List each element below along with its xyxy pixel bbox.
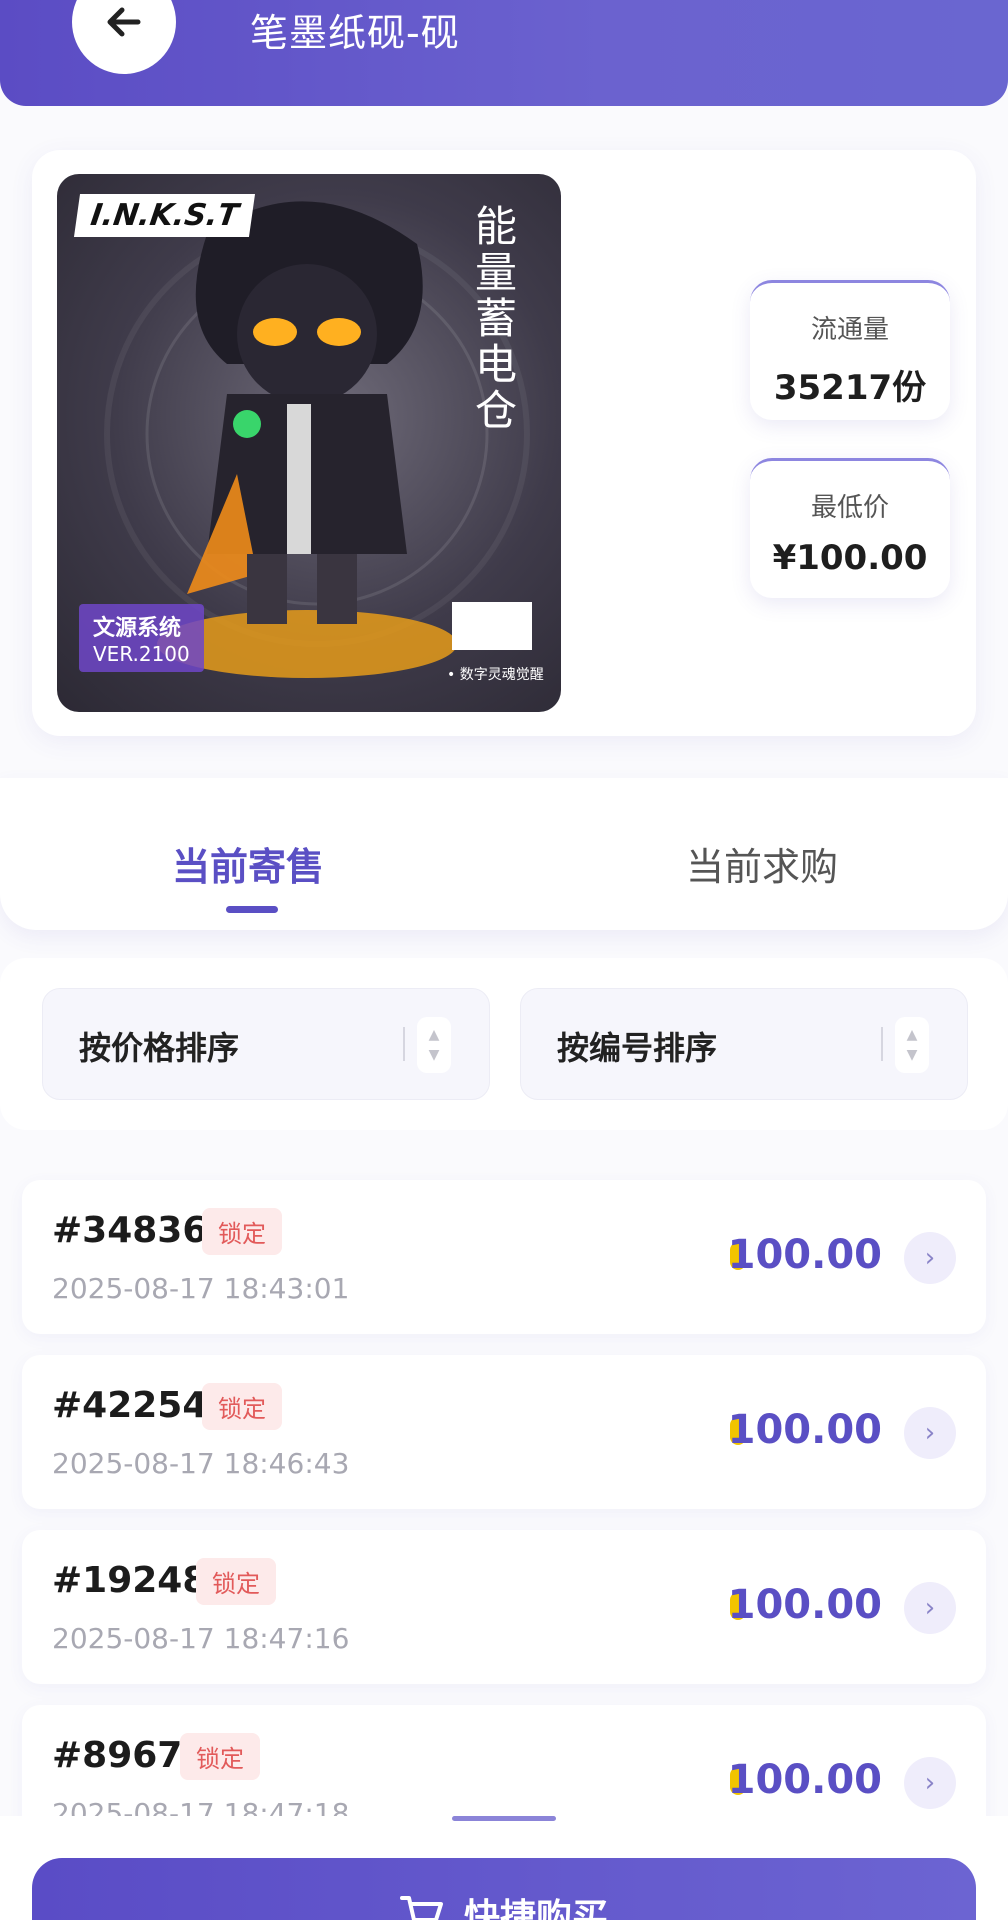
listing-id: #34836 [52,1210,208,1251]
quick-buy-content: 快捷购买 [399,1888,608,1920]
poster-caption: • 数字灵魂觉醒 [447,667,544,683]
lowest-price-stat: 最低价 ¥100.00 [750,458,950,598]
sort-by-number-label: 按编号排序 [557,1029,718,1067]
sort-by-price-button[interactable]: 按价格排序 ▲ ▼ [42,988,490,1100]
poster-sticker [452,602,532,650]
back-button[interactable] [72,0,176,74]
circulation-value: 35217份 [773,368,927,408]
sort-by-number-button[interactable]: 按编号排序 ▲ ▼ [520,988,968,1100]
sort-bar: 按价格排序 ▲ ▼ 按编号排序 ▲ ▼ [0,958,1008,1130]
lock-status-badge: 锁定 [202,1208,282,1255]
listing-price: 100.00 [727,1582,882,1628]
sort-arrows-icon: ▲ ▼ [895,1017,929,1073]
chevron-right-icon[interactable]: › [904,1407,956,1459]
listing-row[interactable]: #34836 锁定 2025-08-17 18:43:01 100.00 › [22,1180,986,1334]
poster-system-version: VER.2100 [93,642,190,666]
tab-purchase-request[interactable]: 当前求购 [686,836,838,891]
chevron-right-icon[interactable]: › [904,1232,956,1284]
product-image[interactable]: I.N.K.S.T 能量蓄电仓 文源系统 VER.2100 • 数字灵魂觉醒 [57,174,561,712]
lowest-price-label: 最低价 [810,493,889,523]
quick-buy-label: 快捷购买 [463,1897,608,1920]
listing-row[interactable]: #19248 锁定 2025-08-17 18:47:16 100.00 › [22,1530,986,1684]
listing-row[interactable]: #42254 锁定 2025-08-17 18:46:43 100.00 › [22,1355,986,1509]
poster-system-name: 文源系统 [93,616,182,641]
listing-id: #8967 [52,1735,183,1776]
circulation-stat: 流通量 35217份 [750,280,950,420]
listing-price: 100.00 [727,1232,882,1278]
active-tab-indicator [226,906,278,913]
poster-vertical-text: 能量蓄电仓 [474,202,517,435]
lock-status-badge: 锁定 [202,1383,282,1430]
top-header: 笔墨纸砚-砚 [0,0,1008,106]
cart-icon [399,1896,443,1920]
listing-price: 100.00 [727,1407,882,1453]
tab-bar: 当前寄售 当前求购 [0,778,1008,930]
chevron-right-icon[interactable]: › [904,1757,956,1809]
lowest-price-value: ¥100.00 [772,538,928,578]
arrow-left-icon [107,7,141,37]
tab-consignment[interactable]: 当前寄售 [172,836,324,891]
listing-id: #42254 [52,1385,208,1426]
lock-status-badge: 锁定 [196,1558,276,1605]
poster-system-badge: 文源系统 VER.2100 [79,604,204,672]
poster-brand-label: I.N.K.S.T [73,194,256,237]
page-title: 笔墨纸砚-砚 [250,11,460,55]
chevron-right-icon[interactable]: › [904,1582,956,1634]
circulation-label: 流通量 [810,315,889,345]
product-card: I.N.K.S.T 能量蓄电仓 文源系统 VER.2100 • 数字灵魂觉醒 流… [32,150,976,736]
lock-status-badge: 锁定 [180,1733,260,1780]
sort-arrows-icon: ▲ ▼ [417,1017,451,1073]
listing-id: #19248 [52,1560,208,1601]
listing-time: 2025-08-17 18:46:43 [52,1447,350,1480]
listing-price: 100.00 [727,1757,882,1803]
quick-buy-button[interactable]: 快捷购买 [32,1858,976,1920]
page-root: 笔墨纸砚-砚 I.N.K.S.T 能量蓄电仓 文源系统 VER.2100 • 数… [0,0,1008,1920]
sort-separator [403,1027,405,1061]
sort-by-price-label: 按价格排序 [79,1029,240,1067]
listing-time: 2025-08-17 18:47:16 [52,1622,350,1655]
listing-time: 2025-08-17 18:43:01 [52,1272,350,1305]
bottom-handle [452,1816,556,1821]
sort-separator [881,1027,883,1061]
